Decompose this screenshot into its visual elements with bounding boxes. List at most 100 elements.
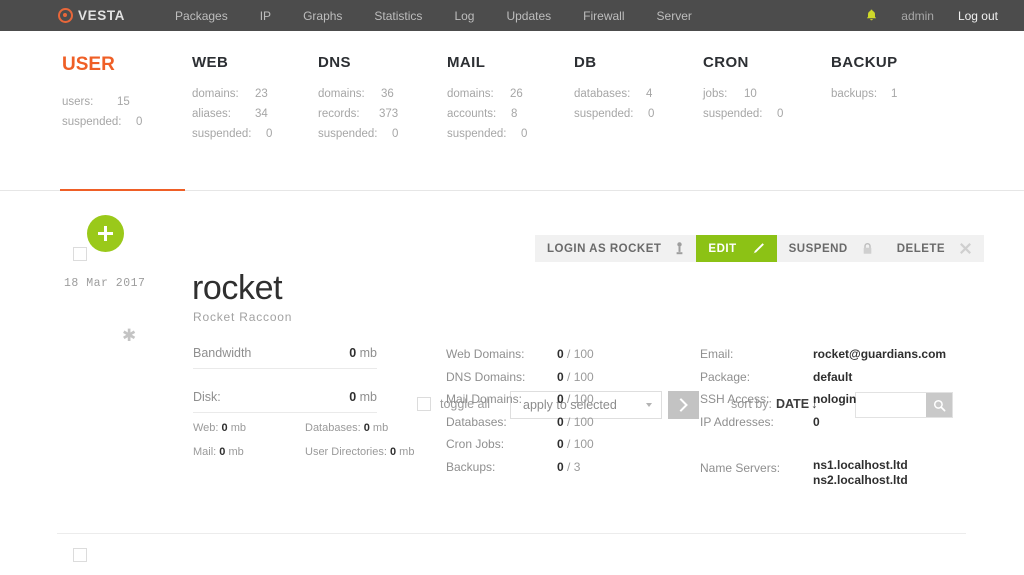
row-select-checkbox[interactable] — [73, 247, 87, 261]
nav-username[interactable]: admin — [889, 0, 946, 31]
stat-key: accounts: — [447, 108, 497, 120]
quota-label: Backups: — [446, 459, 496, 474]
stat-row: suspended: 0 — [318, 124, 398, 144]
disk-databases-group: Databases: 0 mb — [305, 422, 388, 434]
detail-row-ssh-access: SSH Access: nologin — [700, 392, 856, 415]
stat-value: 0 — [648, 108, 655, 120]
stat-title-backup[interactable]: BACKUP — [831, 54, 898, 71]
stat-key: databases: — [574, 88, 631, 100]
quota-row-dns-domains: DNS Domains: 0 / 100 — [446, 370, 594, 393]
stat-title-user[interactable]: USER — [62, 54, 121, 76]
stat-group-dns: DNS domains: 36 records: 373 suspended: … — [318, 54, 398, 144]
stat-title-cron[interactable]: CRON — [703, 54, 762, 71]
apply-go-button[interactable] — [668, 391, 699, 419]
detail-label: Package: — [700, 369, 751, 384]
bandwidth-header: Bandwidth 0 mb — [193, 346, 377, 365]
add-user-button[interactable] — [87, 215, 124, 252]
quota-value: 0 / 100 — [557, 437, 594, 451]
quota-row-databases: Databases: 0 / 100 — [446, 415, 594, 438]
stat-row: records: 373 — [318, 104, 398, 124]
quota-value: 0 / 3 — [557, 459, 581, 474]
nav-item-ip[interactable]: IP — [244, 0, 287, 31]
disk-mail-value: 0 — [219, 446, 226, 458]
nav-item-log[interactable]: Log — [438, 0, 490, 31]
nav-item-server[interactable]: Server — [641, 0, 708, 31]
vesta-logo-text: VESTA — [78, 8, 126, 23]
disk-web-unit: mb — [230, 422, 247, 434]
nav-item-packages[interactable]: Packages — [159, 0, 244, 31]
toggle-all-checkbox[interactable] — [417, 397, 431, 411]
detail-row-package: Package: default — [700, 369, 852, 393]
top-navigation-bar: VESTA Packages IP Graphs Statistics Log … — [0, 0, 1024, 31]
stat-key: domains: — [318, 88, 365, 100]
stat-row: backups: 1 — [831, 84, 898, 104]
quota-row-cron-jobs: Cron Jobs: 0 / 100 — [446, 437, 594, 460]
stat-title-db[interactable]: DB — [574, 54, 633, 71]
stat-title-mail[interactable]: MAIL — [447, 54, 506, 71]
detail-row-ip-addresses: IP Addresses: 0 — [700, 415, 820, 438]
vesta-logo[interactable]: VESTA — [58, 0, 125, 31]
stat-row: domains: 26 — [447, 84, 523, 104]
name-server-entry: ns2.localhost.ltd — [813, 472, 908, 487]
detail-row-email: Email: rocket@guardians.com — [700, 347, 946, 370]
nav-item-graphs[interactable]: Graphs — [287, 0, 358, 31]
nav-item-updates[interactable]: Updates — [490, 0, 567, 31]
lock-icon — [862, 242, 873, 255]
disk-value: 0 mb — [349, 390, 377, 404]
user-name-heading[interactable]: rocket — [192, 268, 283, 308]
logout-button[interactable]: Log out — [946, 0, 1010, 31]
stat-value: 0 — [266, 128, 273, 140]
disk-breakdown-row: Web: 0 mb Databases: 0 mb — [193, 422, 388, 437]
login-as-button[interactable]: LOGIN AS ROCKET — [535, 235, 697, 262]
nav-item-firewall[interactable]: Firewall — [567, 0, 640, 31]
stat-key: suspended: — [62, 116, 122, 128]
row-select-checkbox-next[interactable] — [73, 548, 87, 562]
name-server-entry: ns1.localhost.ltd — [813, 458, 908, 472]
stat-row: databases: 4 — [574, 84, 652, 104]
disk-databases-unit: mb — [372, 422, 389, 434]
search-input[interactable] — [856, 393, 926, 417]
detail-label: Email: — [700, 347, 734, 361]
quota-value: 0 / 100 — [557, 392, 594, 406]
suspend-button[interactable]: SUSPEND — [776, 235, 885, 262]
name-servers-values: ns1.localhost.ltd ns2.localhost.ltd — [813, 458, 908, 488]
quota-value: 0 / 100 — [557, 369, 594, 384]
pencil-icon — [751, 242, 765, 256]
disk-userdirs-label: User Directories: — [305, 446, 387, 458]
delete-label: DELETE — [896, 242, 946, 255]
bandwidth-bar — [193, 368, 377, 369]
stat-group-user: USER users: 15 suspended: 0 — [62, 54, 142, 132]
stat-value: 0 — [136, 116, 143, 128]
list-toolbar: toggle all apply to selected sort by: DAT… — [0, 191, 1024, 419]
nav-item-statistics[interactable]: Statistics — [358, 0, 438, 31]
stat-row: suspended: 0 — [62, 112, 142, 132]
stat-key: suspended: — [703, 108, 763, 120]
row-divider — [57, 533, 966, 534]
stat-value: 1 — [891, 88, 898, 100]
disk-header: Disk: 0 mb — [193, 390, 377, 409]
edit-button[interactable]: EDIT — [696, 235, 777, 262]
stat-value: 373 — [379, 108, 399, 120]
stat-value: 0 — [521, 128, 528, 140]
stat-title-web[interactable]: WEB — [192, 54, 251, 71]
user-full-name: Rocket Raccoon — [193, 310, 293, 324]
name-servers-label: Name Servers: — [700, 461, 781, 475]
stat-group-mail: MAIL domains: 26 accounts: 8 suspended: … — [447, 54, 527, 144]
stat-key: aliases: — [192, 108, 231, 120]
chevron-right-icon — [679, 398, 688, 412]
disk-web-label: Web: — [193, 422, 219, 434]
stat-key: users: — [62, 96, 94, 108]
stat-title-dns[interactable]: DNS — [318, 54, 377, 71]
stat-row: domains: 23 — [192, 84, 268, 104]
stat-value: 26 — [510, 88, 523, 100]
delete-button[interactable]: DELETE — [884, 235, 985, 262]
chevron-down-icon — [646, 403, 652, 407]
stat-group-web: WEB domains: 23 aliases: 34 suspended: 0 — [192, 54, 272, 144]
quota-value: 0 / 100 — [557, 347, 594, 361]
search-button[interactable] — [926, 393, 952, 417]
bell-icon[interactable] — [854, 0, 889, 31]
stat-row: users: 15 — [62, 92, 130, 112]
stat-group-db: DB databases: 4 suspended: 0 — [574, 54, 654, 124]
star-icon[interactable]: ✱ — [122, 326, 136, 346]
disk-bar — [193, 412, 377, 413]
